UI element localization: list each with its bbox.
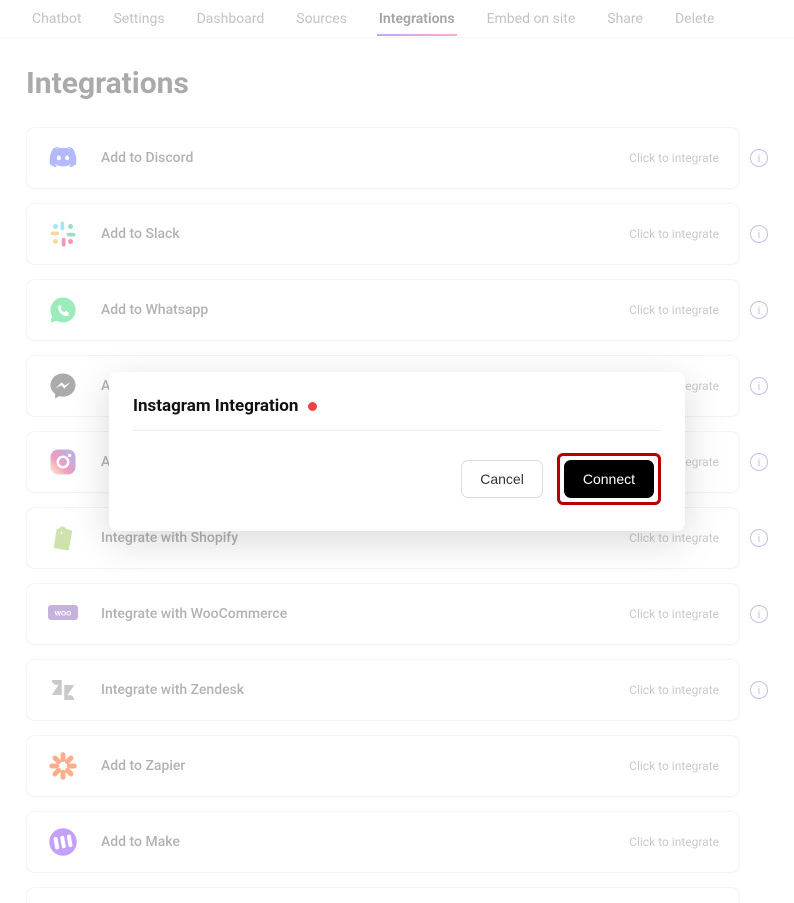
modal-actions: Cancel Connect (133, 453, 661, 505)
modal-header: Instagram Integration (133, 396, 661, 431)
modal-overlay: Instagram Integration Cancel Connect (0, 0, 794, 903)
connect-highlight: Connect (557, 453, 661, 505)
modal-title: Instagram Integration (133, 396, 298, 416)
connect-button[interactable]: Connect (564, 460, 654, 498)
status-dot-icon (308, 402, 317, 411)
instagram-integration-modal: Instagram Integration Cancel Connect (109, 372, 685, 531)
cancel-button[interactable]: Cancel (461, 460, 543, 498)
